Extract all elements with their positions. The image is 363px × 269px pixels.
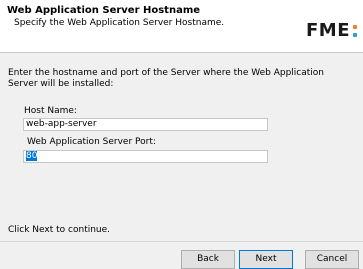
wizard-header: Web Application Server Hostname Specify … (0, 0, 363, 53)
next-button[interactable]: Next (239, 250, 293, 269)
logo-text: FME (306, 20, 351, 41)
page-title: Web Application Server Hostname (7, 5, 201, 16)
port-input[interactable]: 80 (23, 150, 268, 163)
host-name-value: web-app-server (26, 119, 97, 129)
footer-divider (0, 241, 363, 242)
port-label: Web Application Server Port: (27, 137, 156, 147)
page-subtitle: Specify the Web Application Server Hostn… (14, 18, 225, 28)
footer-note: Click Next to continue. (8, 225, 111, 235)
intro-text: Enter the hostname and port of the Serve… (8, 68, 325, 89)
cancel-button[interactable]: Cancel (305, 250, 359, 269)
back-button[interactable]: Back (181, 250, 235, 269)
logo-dots (352, 23, 358, 39)
fme-logo-icon: FME (306, 21, 358, 41)
host-name-input[interactable]: web-app-server (23, 118, 268, 131)
host-name-label: Host Name: (24, 106, 77, 116)
port-value: 80 (26, 151, 38, 161)
logo-dot-blue (353, 33, 358, 37)
logo-dot-orange (353, 25, 358, 29)
